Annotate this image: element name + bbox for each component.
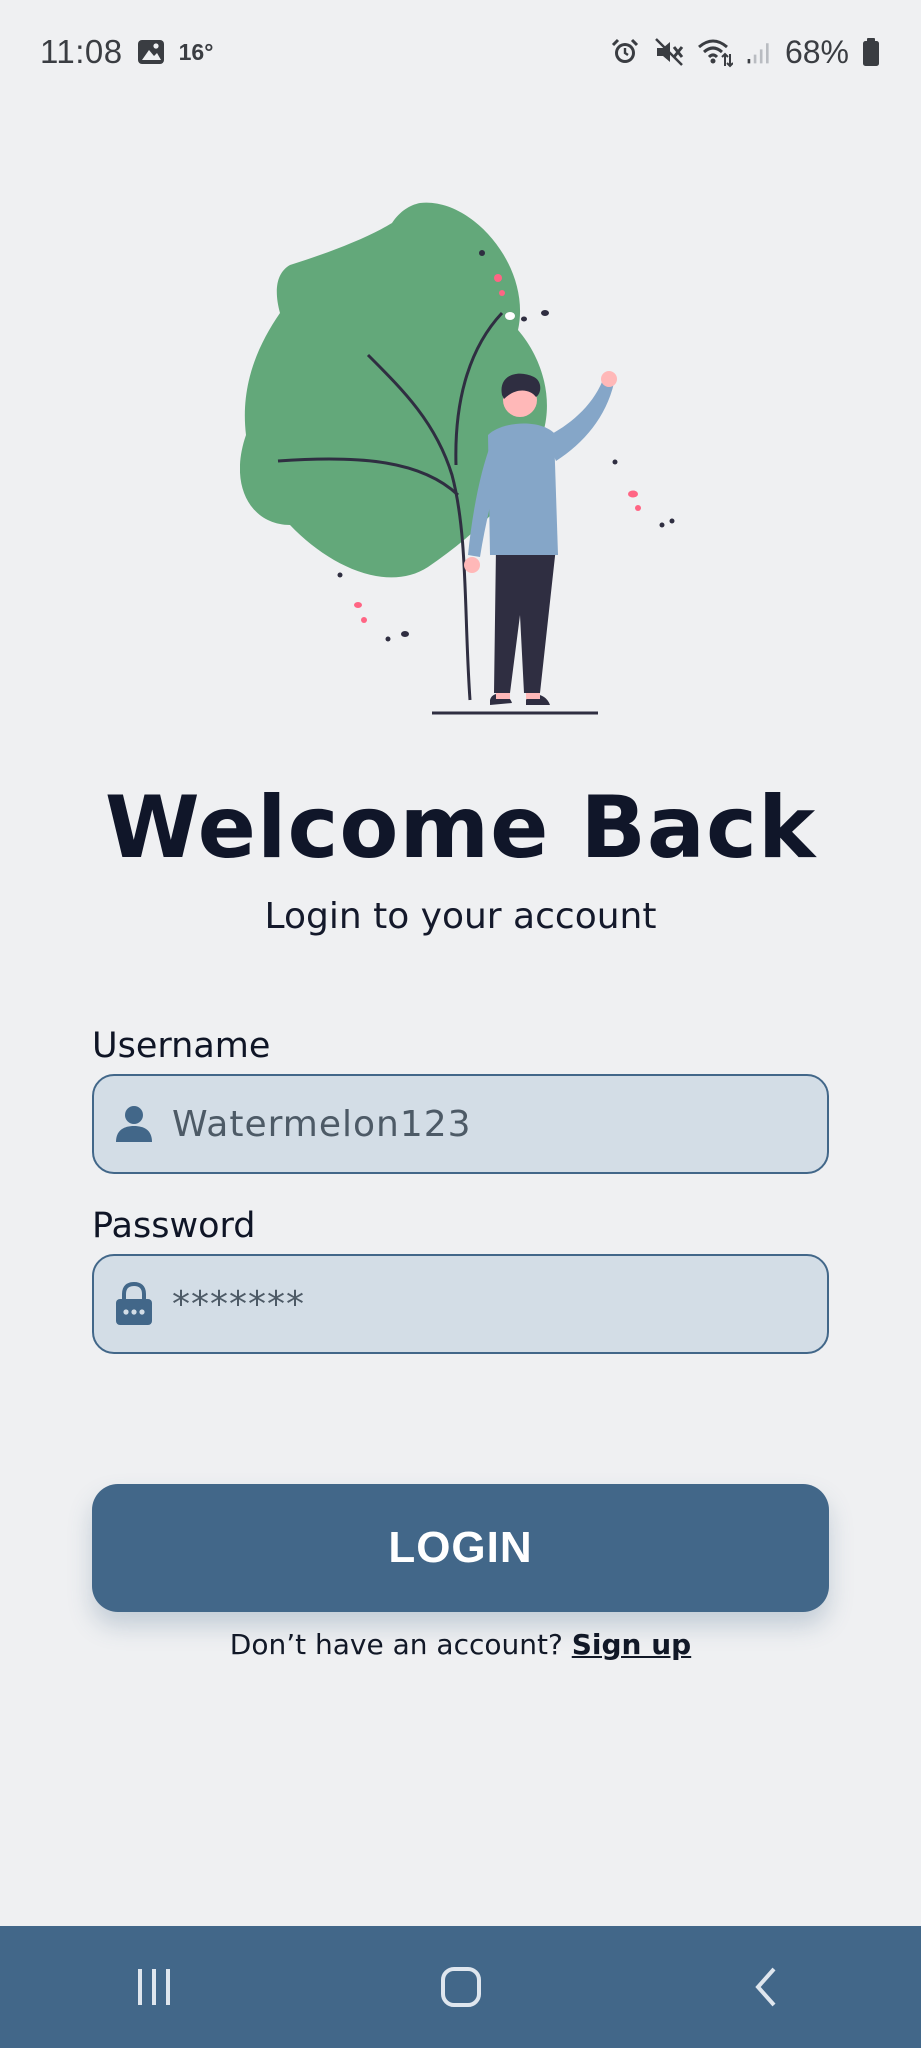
status-temperature: 16° — [178, 38, 214, 65]
status-right: 68% — [609, 34, 881, 71]
home-icon — [440, 1967, 481, 2007]
status-bar: 11:08 16° 68% — [0, 0, 921, 104]
page-subtitle: Login to your account — [264, 896, 657, 937]
signal-icon — [747, 43, 769, 64]
recent-apps-button[interactable] — [114, 1947, 194, 2027]
login-screen: 11:08 16° 68% Welcome Back Login to your… — [0, 0, 921, 2048]
alarm-icon — [611, 38, 639, 63]
battery-percentage: 68% — [784, 33, 849, 70]
username-input[interactable] — [172, 1094, 792, 1154]
battery-icon — [863, 38, 879, 66]
welcome-illustration — [240, 202, 675, 715]
recent-apps-icon — [137, 1969, 170, 2005]
username-field[interactable] — [92, 1074, 829, 1174]
home-button[interactable] — [421, 1947, 501, 2027]
signup-prompt: Don’t have an account? Sign up — [0, 1628, 921, 1661]
status-left: 11:08 16° — [40, 33, 213, 71]
lock-icon — [116, 1282, 152, 1325]
back-icon — [754, 1967, 775, 2007]
password-label: Password — [92, 1206, 256, 1246]
back-button[interactable] — [728, 1947, 808, 2027]
page-title: Welcome Back — [104, 778, 817, 878]
user-icon — [116, 1106, 152, 1142]
gallery-icon — [137, 40, 164, 64]
login-button[interactable]: LOGIN — [92, 1484, 829, 1612]
username-label: Username — [92, 1026, 271, 1066]
password-field[interactable] — [92, 1254, 829, 1354]
status-time: 11:08 — [40, 33, 123, 70]
password-input[interactable] — [172, 1274, 792, 1334]
mute-icon — [655, 38, 684, 66]
signup-prompt-text: Don’t have an account? — [229, 1628, 572, 1661]
signup-link[interactable]: Sign up — [572, 1628, 691, 1661]
system-nav-bar — [0, 1926, 921, 2048]
wifi-icon — [697, 39, 733, 68]
